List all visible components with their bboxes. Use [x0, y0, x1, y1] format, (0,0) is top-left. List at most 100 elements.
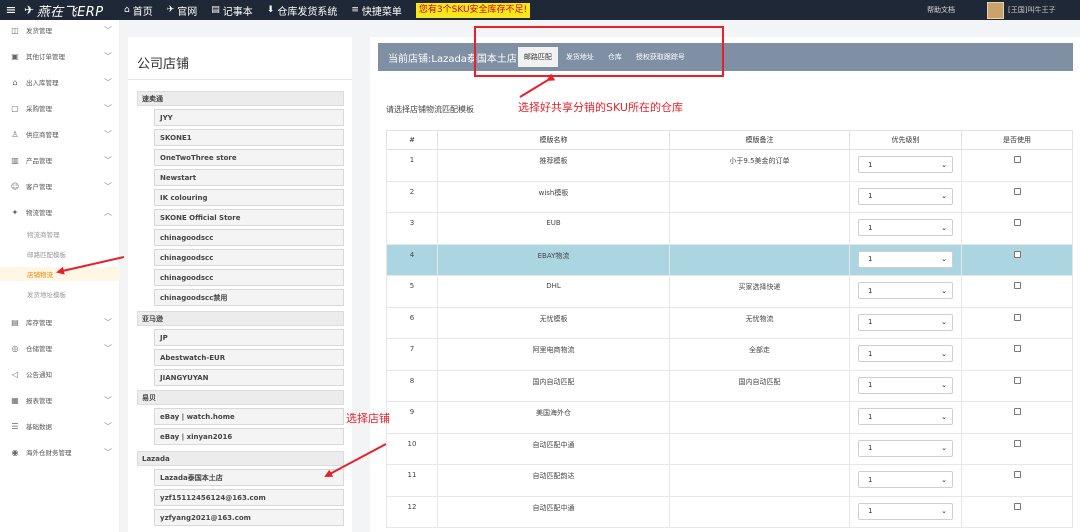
shop-item[interactable]: eBay | xinyan2016 [154, 428, 344, 445]
sidebar-subitem-1[interactable]: 邮路匹配模板 [0, 247, 120, 261]
enabled-checkbox[interactable] [1013, 313, 1021, 321]
shop-item[interactable]: yzfyang2021@163.com [154, 509, 344, 526]
priority-select[interactable]: 1 ⌄ [858, 502, 953, 520]
shop-item[interactable]: JIANGYUYAN [154, 369, 344, 386]
priority-cell: 1 ⌄ [849, 149, 962, 182]
row-num: 8 [386, 369, 438, 402]
shop-group-1[interactable]: 亚马逊 [137, 311, 344, 326]
shop-item[interactable]: eBay | watch.home [154, 408, 344, 425]
table-row: 5 DHL 买家选择快递 1 ⌄ [386, 275, 1073, 308]
sidebar-subitem-0[interactable]: 物流商管理 [0, 227, 120, 241]
shop-item[interactable]: chinagoodscc [154, 269, 344, 286]
priority-select[interactable]: 1 ⌄ [858, 471, 953, 488]
top-bar: ≡ ✈ 燕在飞ERP ⌂ 首页 ✈ 官网 ▤ 记事本 ⬇ 仓库发货系统 ≡ 快捷菜单 您有3个SK… [0, 0, 1080, 20]
sidebar-item-8[interactable]: ▤ 库存管理 ﹀ [0, 314, 120, 330]
shop-item[interactable]: JYY [154, 109, 344, 126]
row-num: 3 [386, 212, 438, 245]
priority-select[interactable]: 1 ⌄ [858, 156, 953, 173]
chevron-down-icon: ⌄ [941, 444, 947, 452]
enabled-checkbox[interactable] [1013, 408, 1021, 415]
shop-item[interactable]: IK colouring [154, 189, 344, 206]
sidebar-item-5[interactable]: ▥ 产品管理 ﹀ [0, 152, 120, 168]
sidebar-item-0[interactable]: ◫ 发货管理 ﹀ [0, 22, 120, 38]
nav-item-2[interactable]: ▤ 记事本 [211, 3, 253, 18]
shop-group-0[interactable]: 速卖通 [137, 91, 344, 106]
shop-item[interactable]: chinagoodscc [154, 249, 344, 266]
enabled-cell [961, 432, 1073, 465]
sidebar-item-1[interactable]: ▣ 其他订单管理 ﹀ [0, 48, 120, 64]
enabled-checkbox[interactable] [1013, 439, 1021, 447]
sidebar-item-2[interactable]: ⌂ 出入库管理 ﹀ [0, 74, 120, 90]
enabled-checkbox[interactable] [1013, 250, 1021, 258]
shop-item[interactable]: SKONE Official Store [154, 209, 344, 226]
priority-select[interactable]: 1 ⌄ [858, 439, 953, 457]
shop-group-3[interactable]: Lazada [137, 451, 344, 466]
logo-text: 燕在飞ERP [36, 4, 104, 20]
nav-item-0[interactable]: ⌂ 首页 [124, 3, 153, 18]
shop-item[interactable]: SKONE1 [154, 129, 344, 146]
shop-item[interactable]: chinagoodscc禁用 [154, 289, 344, 306]
priority-select[interactable]: 1 ⌄ [858, 250, 953, 268]
priority-select[interactable]: 1 ⌄ [858, 282, 953, 299]
enabled-checkbox[interactable] [1013, 345, 1021, 352]
priority-select[interactable]: 1 ⌄ [858, 345, 953, 362]
priority-select[interactable]: 1 ⌄ [858, 376, 953, 394]
enabled-cell [961, 275, 1073, 308]
enabled-cell [961, 212, 1073, 245]
sidebar-item-12[interactable]: ☰ 基础数据 ﹀ [0, 418, 120, 434]
sidebar-item-13[interactable]: ◉ 海外仓财务管理 ﹀ [0, 444, 120, 460]
enabled-checkbox[interactable] [1013, 187, 1021, 195]
sidebar-item-6[interactable]: ☺ 客户管理 ﹀ [0, 178, 120, 194]
sidebar-item-7[interactable]: ✦ 物流管理 ︿ [0, 204, 120, 220]
shop-group-2[interactable]: 易贝 [137, 390, 344, 405]
shop-item[interactable]: Newstart [154, 169, 344, 186]
shop-item[interactable]: Lazada泰国本土店 [154, 469, 344, 486]
row-num: 7 [386, 338, 438, 371]
template-name: 无忧模板 [437, 306, 670, 339]
sidebar-subitem-2[interactable]: 店铺物流 [0, 267, 120, 281]
shop-item[interactable]: OneTwoThree store [154, 149, 344, 166]
enabled-checkbox[interactable] [1013, 156, 1021, 163]
chevron-down-icon: ﹀ [104, 447, 112, 457]
download-icon: ⬇ [266, 5, 275, 15]
row-num: 6 [386, 306, 438, 339]
nav-item-1[interactable]: ✈ 官网 [167, 3, 198, 18]
hamburger-menu-icon[interactable]: ≡ [2, 0, 20, 20]
sidebar-item-label: 其他订单管理 [26, 53, 65, 61]
sidebar-item-10[interactable]: ◁ 公告通知 [0, 366, 120, 382]
user-name[interactable]: [王国]叫牛王子 [1008, 5, 1080, 15]
enabled-checkbox[interactable] [1013, 471, 1021, 478]
logo[interactable]: ✈ 燕在飞ERP [24, 1, 124, 20]
priority-select[interactable]: 1 ⌄ [858, 408, 953, 425]
sidebar-subitem-3[interactable]: 发货地址模板 [0, 287, 120, 301]
enabled-checkbox[interactable] [1013, 219, 1021, 226]
home-icon: ⌂ [124, 5, 130, 15]
sku-stock-alert[interactable]: 您有3个SKU安全库存不足! [415, 2, 531, 18]
table-row: 6 无忧模板 无忧物流 1 ⌄ [386, 306, 1073, 339]
col-header-num: # [386, 130, 438, 150]
sidebar-item-label: 海外仓财务管理 [26, 449, 72, 457]
priority-select[interactable]: 1 ⌄ [858, 219, 953, 236]
shop-item[interactable]: chinagoodscc [154, 229, 344, 246]
priority-value: 1 [868, 349, 873, 358]
shop-item[interactable]: JP [154, 329, 344, 346]
user-avatar[interactable] [987, 1, 1004, 19]
sidebar-item-9[interactable]: ◎ 仓储管理 ﹀ [0, 340, 120, 356]
shop-item[interactable]: Abestwatch-EUR [154, 349, 344, 366]
priority-value: 1 [868, 318, 873, 326]
chevron-down-icon: ⌄ [941, 223, 947, 232]
shop-item[interactable]: yzf15112456124@163.com [154, 489, 344, 506]
priority-select[interactable]: 1 ⌄ [858, 313, 953, 331]
help-docs-link[interactable]: 帮助文档 [927, 5, 955, 15]
nav-item-3[interactable]: ⬇ 仓库发货系统 [267, 3, 338, 18]
enabled-checkbox[interactable] [1013, 376, 1021, 384]
sidebar-item-3[interactable]: ▢ 采购管理 ﹀ [0, 100, 120, 116]
enabled-checkbox[interactable] [1013, 502, 1021, 510]
priority-select[interactable]: 1 ⌄ [858, 187, 953, 205]
sidebar-item-4[interactable]: ♙ 供应商管理 ﹀ [0, 126, 120, 142]
logistics-icon: ✦ [11, 207, 19, 217]
sidebar-item-11[interactable]: ▦ 报表管理 ﹀ [0, 392, 120, 408]
enabled-checkbox[interactable] [1013, 282, 1021, 289]
nav-item-4[interactable]: ≡ 快捷菜单 [351, 3, 402, 18]
priority-value: 1 [868, 192, 873, 200]
